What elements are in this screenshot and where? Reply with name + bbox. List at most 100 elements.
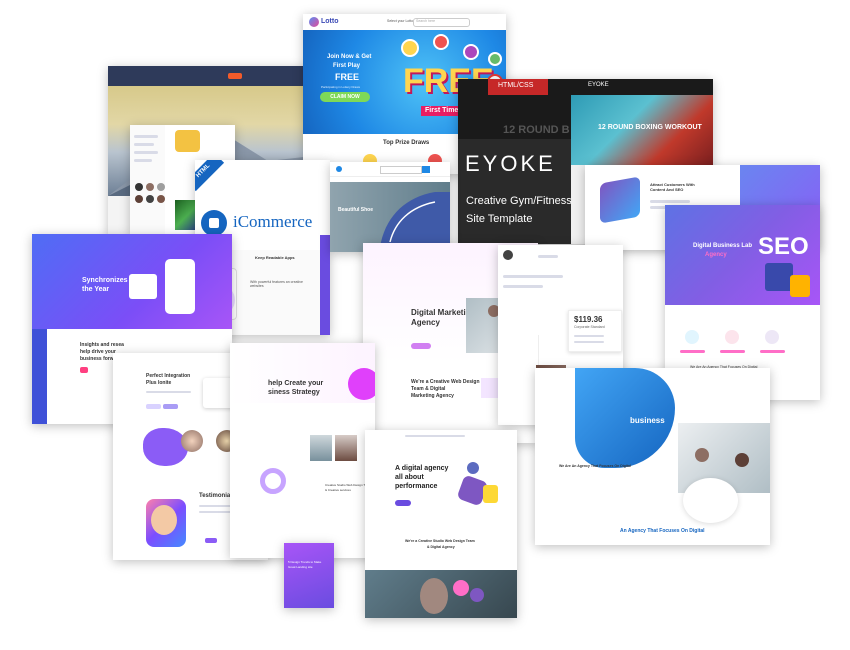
performance-section-2: & Digital Agency: [427, 545, 455, 549]
synchronize-chart-card: [129, 274, 157, 299]
business-agency-card[interactable]: business We Are An Agency That Focuses O…: [535, 368, 770, 545]
synchronize-badge: [80, 367, 88, 373]
design-trends-card[interactable]: 5 Design Trends to Make Great Landing si…: [284, 543, 334, 608]
strategy-team-photo-1: [310, 435, 332, 461]
pricing-header: Corporate Standard: [574, 325, 605, 329]
synchronize-hero-line1: Synchronizes of: [82, 277, 137, 284]
integration-title-2: Plus Ionite: [146, 380, 172, 386]
synchronize-insight-1: Insights and resea: [80, 342, 124, 348]
marketing-section-2: Team & Digital: [411, 386, 446, 392]
eyoke-badge-text: HTML/CSS: [498, 82, 534, 89]
service-icon: [765, 330, 779, 344]
performance-cta[interactable]: [395, 500, 411, 506]
lotto-logo-icon: [309, 17, 319, 27]
shop-search-button[interactable]: [422, 166, 430, 173]
shop-hero-title: Beautiful Shoe: [338, 207, 374, 213]
testimonial-face: [151, 505, 177, 535]
strategy-title-1: help Create your: [268, 380, 324, 387]
lotto-claim-button[interactable]: CLAIM NOW: [320, 92, 370, 102]
strategy-team-photo-2: [335, 435, 357, 461]
integration-button[interactable]: [146, 404, 161, 409]
lotto-search-placeholder: Search here: [416, 19, 436, 23]
seo-server-illustration-2: [790, 275, 810, 297]
seo-title-2: Agency: [705, 252, 727, 258]
service-icon: [725, 330, 739, 344]
shop-search-input[interactable]: [380, 166, 422, 174]
integration-button-2[interactable]: [163, 404, 178, 409]
lotto-nav-link[interactable]: Select your Lotto: [387, 19, 413, 23]
design-trends-text-1: 5 Design Trends to Make: [288, 560, 322, 564]
product-swatch[interactable]: [157, 183, 165, 191]
icommerce-accent-bar: [320, 235, 330, 335]
integration-title-1: Perfect Integration: [146, 373, 191, 379]
icommerce-logo-inner: [209, 218, 219, 228]
strategy-ring: [260, 468, 286, 494]
marketing-section-3: Marketing Agency: [411, 393, 454, 399]
synchronize-hero-line2: the Year: [82, 286, 110, 293]
strategy-team-line1: Creative Studio Web Design Team: [325, 483, 371, 487]
icommerce-feature-text: With powerful features an creative websi…: [250, 280, 303, 288]
lottery-ball-icon: [463, 44, 479, 60]
lottery-ball-icon: [401, 39, 419, 57]
content-seo-illustration: [600, 176, 640, 224]
strategy-title-2: siness Strategy: [268, 389, 320, 396]
performance-template-card[interactable]: A digital agency all about performance W…: [365, 430, 517, 618]
strategy-template-card[interactable]: help Create your siness Strategy Creativ…: [230, 343, 375, 558]
eyoke-tagline-1: Creative Gym/Fitness: [466, 195, 572, 207]
business-person: [735, 453, 749, 467]
product-swatch[interactable]: [146, 183, 154, 191]
synchronize-left-bar: [32, 329, 47, 424]
eyoke-logo: EYOKE: [465, 151, 556, 176]
lotto-hero-line1: Join Now & Get: [327, 54, 372, 60]
content-seo-text: Attract Customers With Content And SEO: [650, 182, 695, 192]
performance-person: [420, 578, 448, 614]
icommerce-logo: iCommerce: [233, 212, 313, 231]
pricing-price: $119.36: [574, 315, 603, 324]
marketing-section-1: We're a Creative Web Design: [411, 379, 480, 385]
design-trends-text-2: Great Landing site: [288, 565, 313, 569]
performance-title-2: all about: [395, 474, 424, 481]
product-image-yellow: [175, 130, 200, 152]
performance-title-1: A digital agency: [395, 465, 449, 472]
business-person: [695, 448, 709, 462]
product-swatch[interactable]: [157, 195, 165, 203]
integration-blob: [143, 428, 188, 466]
profile-avatar: [503, 250, 513, 260]
synchronize-insight-2: help drive your: [80, 349, 116, 355]
eyoke-hero-text: 12 ROUND BOXING WORKOUT: [598, 124, 702, 131]
strategy-badge: [348, 368, 375, 400]
business-blob-white: [683, 478, 738, 523]
strategy-team-line2: & Creative services: [325, 488, 351, 492]
performance-title-3: performance: [395, 483, 438, 490]
lotto-section-title: Top Prize Draws: [383, 140, 430, 146]
team-member-photo: [181, 430, 203, 452]
business-bottom-text: An Agency That Focuses On Digital: [620, 528, 705, 534]
performance-bubble: [453, 580, 469, 596]
eyoke-hero-bg-text: 12 ROUND B: [503, 124, 570, 136]
integration-testimonial: Testimonial: [199, 493, 232, 499]
product-swatch[interactable]: [135, 195, 143, 203]
seo-server-illustration: [765, 263, 793, 291]
lottery-ball-icon: [433, 34, 449, 50]
lottery-ball-icon: [488, 52, 502, 66]
testimonial-button[interactable]: [205, 538, 217, 543]
lotto-hero-sub: Participating in Lottery Draws: [321, 85, 361, 89]
product-sidebar: [130, 125, 165, 235]
performance-bubble: [470, 588, 484, 602]
eyoke-tagline-2: Site Template: [466, 213, 533, 225]
lotto-hero-line2: First Play: [333, 63, 361, 69]
product-swatch[interactable]: [146, 195, 154, 203]
marketing-title-2: Agency: [411, 318, 440, 327]
marketing-cta-button[interactable]: [411, 343, 431, 349]
business-title: business: [630, 416, 665, 425]
product-swatch[interactable]: [135, 183, 143, 191]
illustration-shape-yellow: [483, 485, 498, 503]
seo-title-1: Digital Business Lab: [693, 243, 753, 249]
service-icon: [685, 330, 699, 344]
eyoke-nav-logo: EYOKE: [588, 82, 609, 88]
shoe-shop-card[interactable]: Beautiful Shoe: [330, 162, 450, 252]
landscape-orange-button[interactable]: [228, 73, 242, 79]
seo-badge: SEO: [758, 233, 809, 260]
performance-section-1: We're a Creative Studio Web Design Team: [405, 539, 475, 543]
shop-logo-icon: [336, 166, 342, 172]
